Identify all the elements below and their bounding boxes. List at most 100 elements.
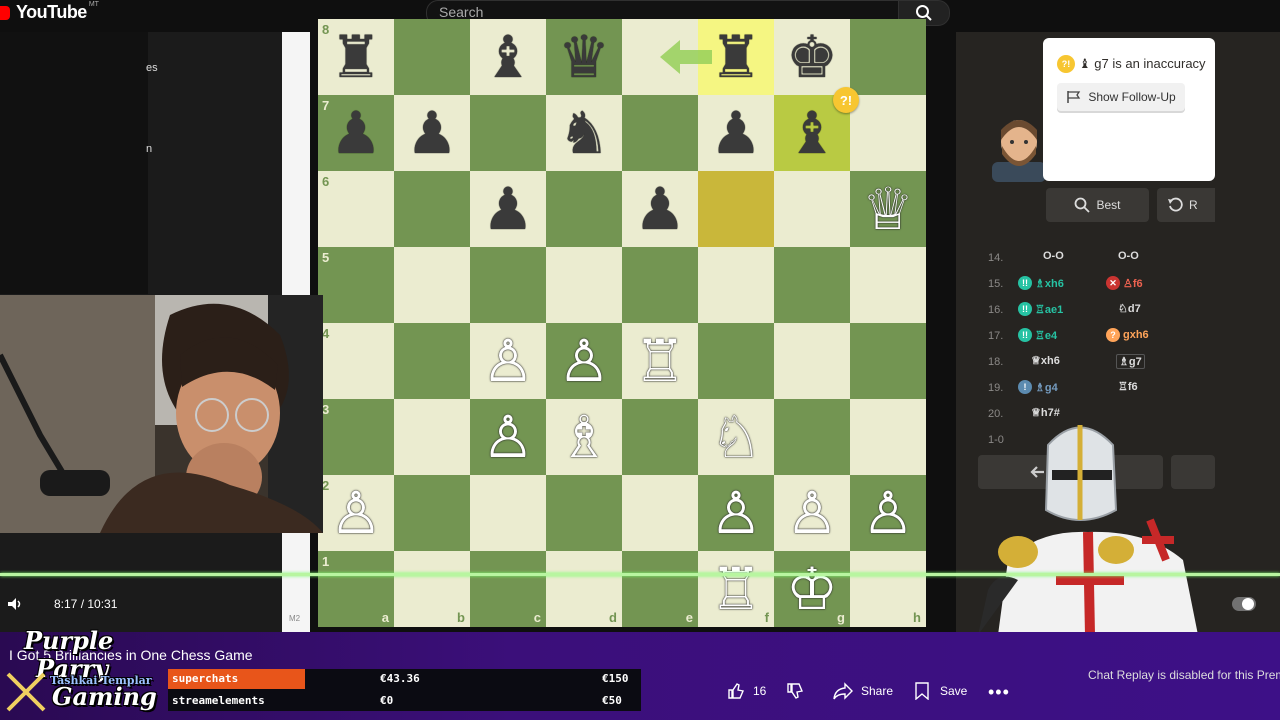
board-square-b5[interactable] <box>394 247 470 323</box>
board-square-h8[interactable] <box>850 19 926 95</box>
board-square-e3[interactable] <box>622 399 698 475</box>
board-square-e7[interactable] <box>622 95 698 171</box>
white-move[interactable]: ♗xh6 <box>1035 277 1064 290</box>
board-square-e6[interactable]: ♟ <box>622 171 698 247</box>
share-button[interactable]: Share <box>833 682 893 700</box>
dislike-button[interactable] <box>786 682 804 700</box>
board-square-h6[interactable]: ♕ <box>850 171 926 247</box>
chess-piece[interactable]: ♙ <box>558 332 610 390</box>
board-square-c7[interactable] <box>470 95 546 171</box>
move-row[interactable]: 15. !! ♗xh6 ✕ ♙f6 <box>988 274 1218 300</box>
like-button[interactable]: 16 <box>727 682 766 700</box>
board-square-c8[interactable]: ♝ <box>470 19 546 95</box>
chess-piece[interactable]: ♙ <box>710 484 762 542</box>
white-move[interactable]: O-O <box>1043 250 1064 262</box>
chess-piece[interactable]: ♙ <box>482 332 534 390</box>
chess-piece[interactable]: ♝ <box>482 28 534 86</box>
board-square-f1[interactable]: f ♖ <box>698 551 774 627</box>
board-square-a7[interactable]: 7 ♟ <box>318 95 394 171</box>
board-square-b3[interactable] <box>394 399 470 475</box>
board-square-d6[interactable] <box>546 171 622 247</box>
video-progress-bar[interactable] <box>0 573 1280 576</box>
retry-button[interactable]: R <box>1157 188 1215 222</box>
board-square-a1[interactable]: 1a <box>318 551 394 627</box>
volume-icon[interactable] <box>6 596 22 612</box>
white-move[interactable]: ♕xh6 <box>1031 354 1060 367</box>
black-move[interactable]: O-O <box>1118 250 1139 262</box>
move-row[interactable]: 19. ! ♗g4 ♖f6 <box>988 378 1218 404</box>
board-square-c4[interactable]: ♙ <box>470 323 546 399</box>
board-square-b8[interactable] <box>394 19 470 95</box>
chess-piece[interactable]: ♞ <box>558 104 610 162</box>
board-square-e1[interactable]: e <box>622 551 698 627</box>
black-move[interactable]: gxh6 <box>1123 329 1149 341</box>
board-square-a5[interactable]: 5 <box>318 247 394 323</box>
move-row[interactable]: 14. O-O O-O <box>988 248 1218 274</box>
more-actions-button[interactable]: ••• <box>988 682 1010 703</box>
board-square-d2[interactable] <box>546 475 622 551</box>
chess-piece[interactable]: ♟ <box>330 104 382 162</box>
chess-piece[interactable]: ♔ <box>786 560 838 618</box>
best-move-button[interactable]: Best <box>1046 188 1149 222</box>
chess-piece[interactable]: ♟ <box>482 180 534 238</box>
board-square-g1[interactable]: g ♔ <box>774 551 850 627</box>
board-square-f2[interactable]: ♙ <box>698 475 774 551</box>
chess-piece[interactable]: ♕ <box>862 180 914 238</box>
board-square-b4[interactable] <box>394 323 470 399</box>
black-move[interactable]: ♘d7 <box>1118 302 1141 315</box>
board-square-g4[interactable] <box>774 323 850 399</box>
chess-piece[interactable]: ♖ <box>710 560 762 618</box>
board-square-f5[interactable] <box>698 247 774 323</box>
board-square-b2[interactable] <box>394 475 470 551</box>
black-move[interactable]: ♙f6 <box>1123 277 1143 290</box>
youtube-logo[interactable]: YouTube MT <box>0 1 99 23</box>
chess-piece[interactable]: ♜ <box>710 28 762 86</box>
chess-piece[interactable]: ♚ <box>786 28 838 86</box>
white-move[interactable]: ♖ae1 <box>1035 303 1063 316</box>
black-move[interactable]: ♖f6 <box>1118 380 1138 393</box>
board-square-c1[interactable]: c <box>470 551 546 627</box>
board-square-h3[interactable] <box>850 399 926 475</box>
white-move[interactable]: ♖e4 <box>1035 329 1057 342</box>
board-square-e2[interactable] <box>622 475 698 551</box>
board-square-f3[interactable]: ♘ <box>698 399 774 475</box>
board-square-g3[interactable] <box>774 399 850 475</box>
board-square-c3[interactable]: ♙ <box>470 399 546 475</box>
black-move-selected[interactable]: ♗g7 <box>1116 354 1145 369</box>
board-square-h4[interactable] <box>850 323 926 399</box>
board-square-h5[interactable] <box>850 247 926 323</box>
chess-piece[interactable]: ♝ <box>786 104 838 162</box>
board-square-d3[interactable]: ♗ <box>546 399 622 475</box>
board-square-g6[interactable] <box>774 171 850 247</box>
chess-piece[interactable]: ♟ <box>710 104 762 162</box>
move-row[interactable]: 16. !! ♖ae1 ♘d7 <box>988 300 1218 326</box>
move-row[interactable]: 18. ♕xh6 ♗g7 <box>988 352 1218 378</box>
board-square-d4[interactable]: ♙ <box>546 323 622 399</box>
board-square-e4[interactable]: ♖ <box>622 323 698 399</box>
board-square-h2[interactable]: ♙ <box>850 475 926 551</box>
board-square-e5[interactable] <box>622 247 698 323</box>
chess-piece[interactable]: ♜ <box>330 28 382 86</box>
board-square-g8[interactable]: ♚ <box>774 19 850 95</box>
board-square-c6[interactable]: ♟ <box>470 171 546 247</box>
board-square-f6[interactable] <box>698 171 774 247</box>
board-square-c5[interactable] <box>470 247 546 323</box>
white-move[interactable]: ♗g4 <box>1035 381 1058 394</box>
board-square-c2[interactable] <box>470 475 546 551</box>
chess-piece[interactable]: ♘ <box>710 408 762 466</box>
white-move[interactable]: ♕h7# <box>1031 406 1060 419</box>
chess-piece[interactable]: ♛ <box>558 28 610 86</box>
board-square-h7[interactable] <box>850 95 926 171</box>
board-square-f4[interactable] <box>698 323 774 399</box>
chess-piece[interactable]: ♙ <box>862 484 914 542</box>
board-square-d1[interactable]: d <box>546 551 622 627</box>
chess-piece[interactable]: ♟ <box>634 180 686 238</box>
chess-piece[interactable]: ♟ <box>406 104 458 162</box>
board-square-a2[interactable]: 2 ♙ <box>318 475 394 551</box>
board-square-d8[interactable]: ♛ <box>546 19 622 95</box>
board-square-a6[interactable]: 6 <box>318 171 394 247</box>
show-follow-up-button[interactable]: Show Follow-Up <box>1057 83 1185 111</box>
chess-piece[interactable]: ♙ <box>330 484 382 542</box>
autoplay-toggle[interactable] <box>1232 597 1256 611</box>
chess-piece[interactable]: ♗ <box>558 408 610 466</box>
